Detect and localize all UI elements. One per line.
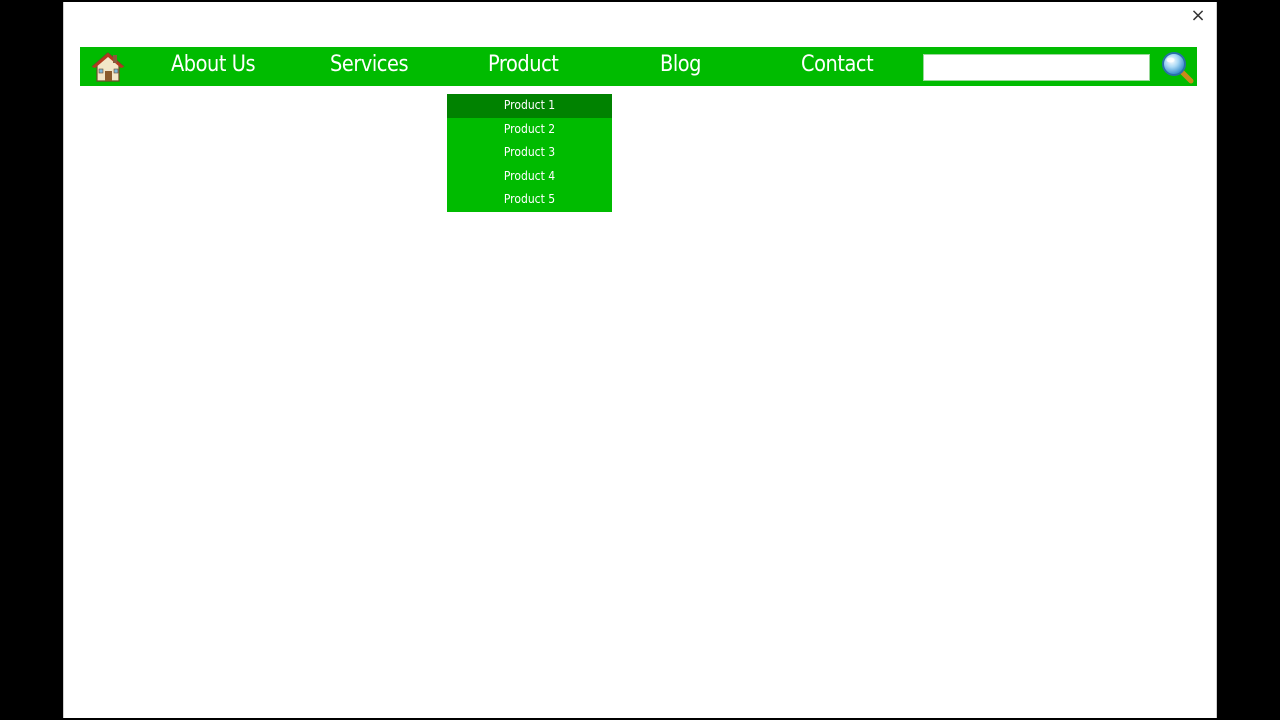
home-button[interactable] [91,50,125,84]
nav-product[interactable]: Product [488,47,559,86]
nav-contact[interactable]: Contact [801,47,874,86]
dropdown-item-product-4[interactable]: Product 4 [447,165,612,189]
dropdown-item-product-1[interactable]: Product 1 [447,94,612,118]
search-button[interactable] [1160,50,1194,84]
search-input[interactable] [923,54,1150,81]
magnifier-icon [1162,52,1194,84]
home-icon [91,52,125,82]
nav-blog[interactable]: Blog [660,47,701,86]
app-window: × About Us Services Product Blog Contact [63,2,1217,718]
dropdown-item-product-3[interactable]: Product 3 [447,141,612,165]
dropdown-item-product-2[interactable]: Product 2 [447,118,612,142]
close-button[interactable]: × [1188,6,1208,26]
nav-services[interactable]: Services [330,47,409,86]
top-navbar: About Us Services Product Blog Contact [80,47,1197,86]
dropdown-item-product-5[interactable]: Product 5 [447,188,612,212]
product-dropdown-menu: Product 1 Product 2 Product 3 Product 4 … [447,94,612,212]
nav-about-us[interactable]: About Us [171,47,256,86]
